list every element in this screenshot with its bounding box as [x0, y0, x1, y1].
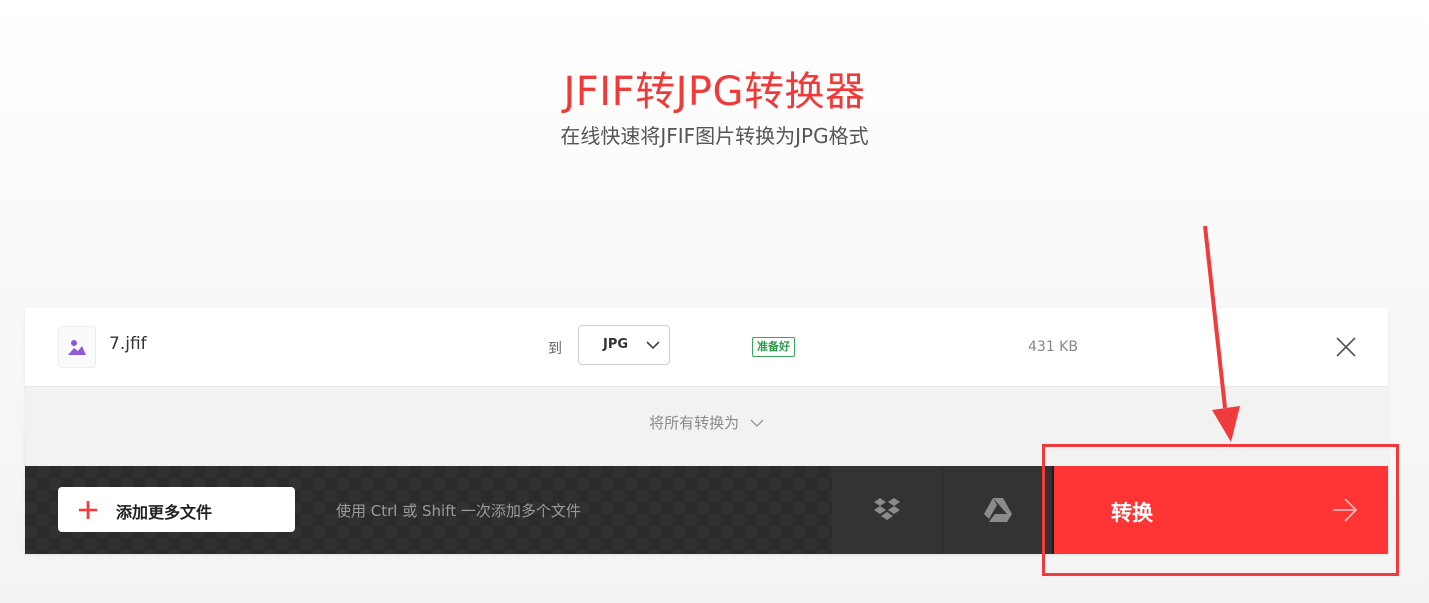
convert-all-label: 将所有转换为: [649, 414, 740, 432]
chevron-down-icon: [750, 419, 764, 427]
file-size: 431 KB: [1028, 339, 1078, 355]
remove-file-button[interactable]: [1333, 334, 1359, 360]
convert-all-dropdown[interactable]: 将所有转换为: [25, 412, 1388, 433]
multi-select-hint: 使用 Ctrl 或 Shift 一次添加多个文件: [336, 502, 581, 520]
output-format-value: JPG: [603, 337, 629, 352]
to-label: 到: [548, 341, 562, 357]
close-icon: [1336, 337, 1356, 357]
dropbox-icon: [874, 498, 900, 520]
action-toolbar: 添加更多文件 使用 Ctrl 或 Shift 一次添加多个文件 转换: [25, 466, 1388, 554]
file-name: 7.jfif: [109, 334, 147, 354]
google-drive-button[interactable]: [942, 466, 1053, 554]
status-badge: 准备好: [752, 337, 795, 357]
add-more-files-label: 添加更多文件: [116, 503, 213, 522]
page-title: JFIF转JPG转换器: [563, 69, 866, 115]
google-drive-icon: [984, 498, 1012, 522]
plus-icon: [79, 501, 97, 519]
page-subtitle: 在线快速将JFIF图片转换为JPG格式: [560, 124, 869, 148]
image-file-icon: [58, 326, 96, 368]
add-more-files-button[interactable]: 添加更多文件: [58, 487, 295, 532]
dropbox-button[interactable]: [832, 466, 942, 554]
convert-label: 转换: [1111, 501, 1153, 525]
arrow-right-icon: [1333, 498, 1358, 522]
convert-button[interactable]: 转换: [1054, 466, 1388, 554]
converter-panel: 7.jfif 到 JPG 准备好 431 KB 将所有转换为 添加更多文件 使用…: [25, 308, 1388, 554]
output-format-select[interactable]: JPG: [578, 325, 670, 365]
chevron-down-icon: [646, 341, 660, 350]
file-row: 7.jfif 到 JPG 准备好 431 KB: [25, 308, 1388, 387]
